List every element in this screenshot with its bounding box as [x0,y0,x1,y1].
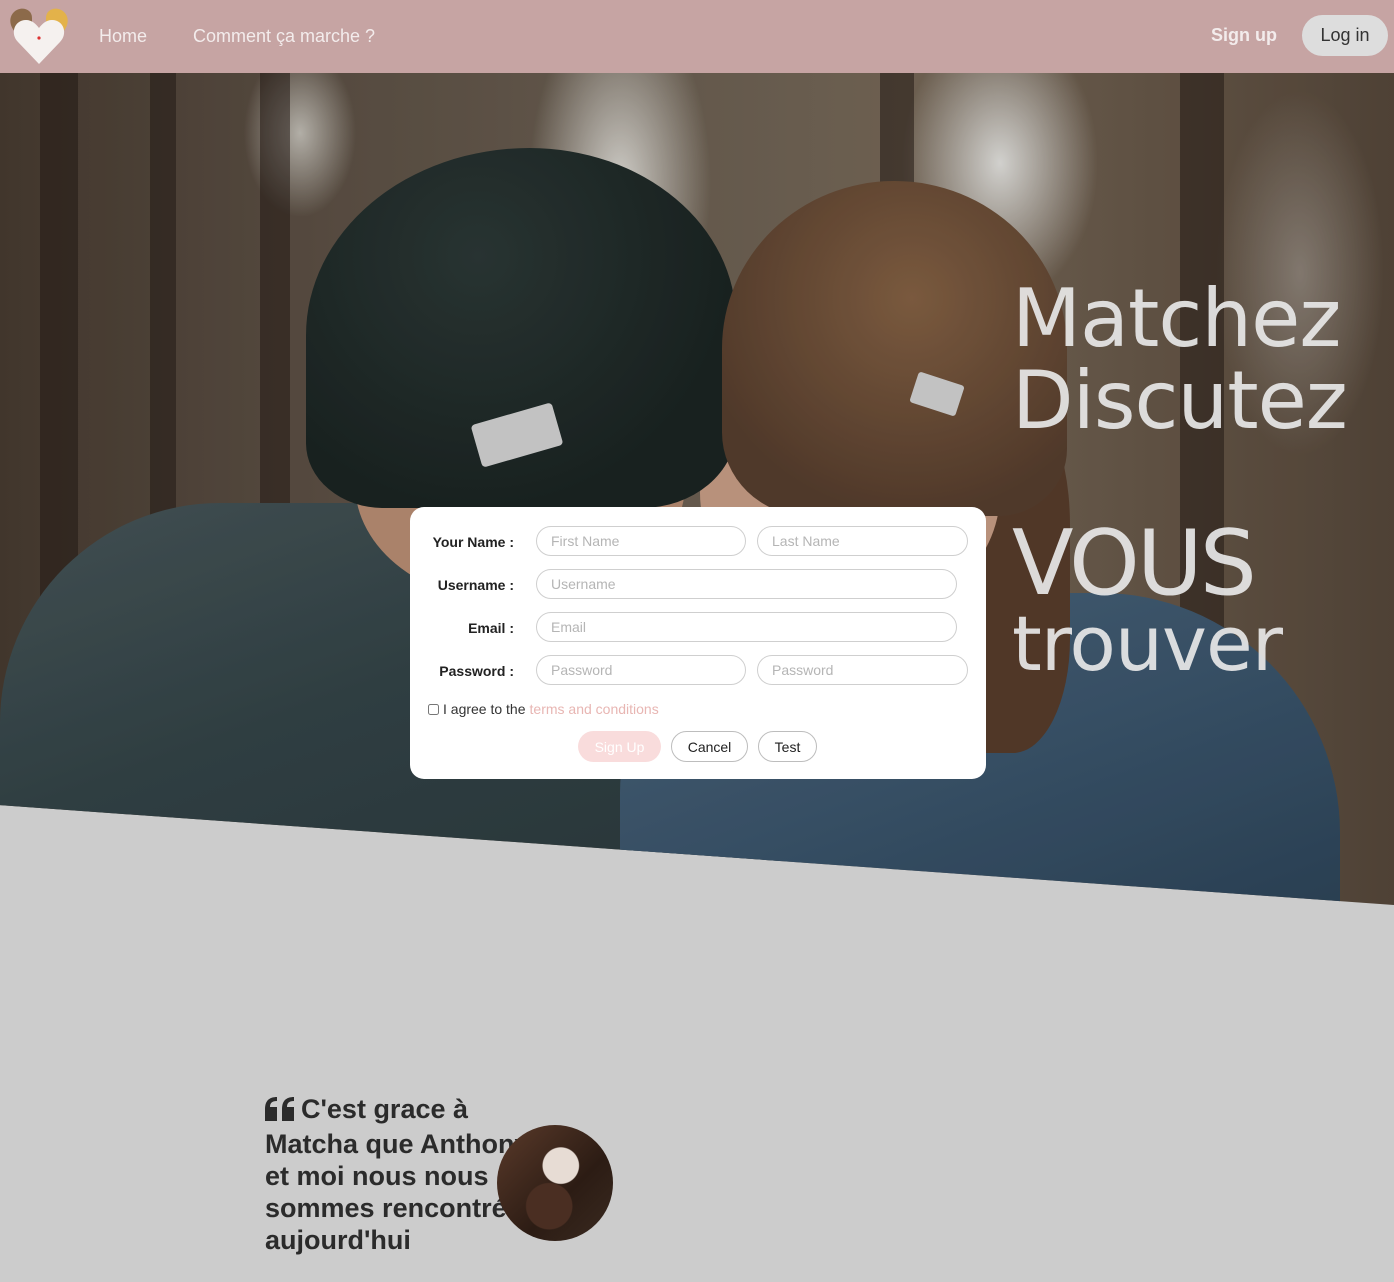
cancel-button[interactable]: Cancel [671,731,748,762]
logo-hearts-icon[interactable] [6,4,72,66]
testimonial: C'est grace à Matcha que Anthony et moi … [265,1093,530,1256]
signup-form-card: Your Name : Username : Email : Password … [410,507,986,779]
nav-signup-link[interactable]: Sign up [1211,25,1277,46]
hero-slogan-line: trouver [1012,599,1283,688]
username-label: Username : [437,577,514,593]
hero-section: Matchez Discutez VOUS trouver [0,73,1394,905]
hero-slogan-line: VOUS [1012,511,1257,616]
terms-checkbox[interactable] [428,703,439,715]
hero-slogan-line: Discutez [1012,354,1348,447]
password-input[interactable] [536,655,746,685]
username-input[interactable] [536,569,957,599]
email-label: Email : [468,620,514,636]
name-label: Your Name : [432,534,514,550]
test-button[interactable]: Test [758,731,817,762]
login-button[interactable]: Log in [1302,15,1388,56]
nav-home-link[interactable]: Home [99,26,147,47]
first-name-input[interactable] [536,526,746,556]
terms-link[interactable]: terms and conditions [530,701,659,717]
testimonial-text: C'est grace à Matcha que Anthony et moi … [265,1094,530,1255]
password-label: Password : [439,663,514,679]
testimonial-avatar [497,1125,613,1241]
nav-how-it-works-link[interactable]: Comment ça marche ? [193,26,375,47]
navbar: Home Comment ça marche ? Sign up Log in [0,0,1394,73]
hero-slogan-line: Matchez [1012,272,1341,365]
quote-icon [265,1096,295,1128]
signup-submit-button[interactable]: Sign Up [578,731,661,762]
terms-row: I agree to the terms and conditions [428,701,659,717]
hero-slogan: Matchez Discutez VOUS trouver [1012,272,1348,688]
last-name-input[interactable] [757,526,968,556]
terms-text: I agree to the [443,701,526,717]
email-input[interactable] [536,612,957,642]
password-confirm-input[interactable] [757,655,968,685]
